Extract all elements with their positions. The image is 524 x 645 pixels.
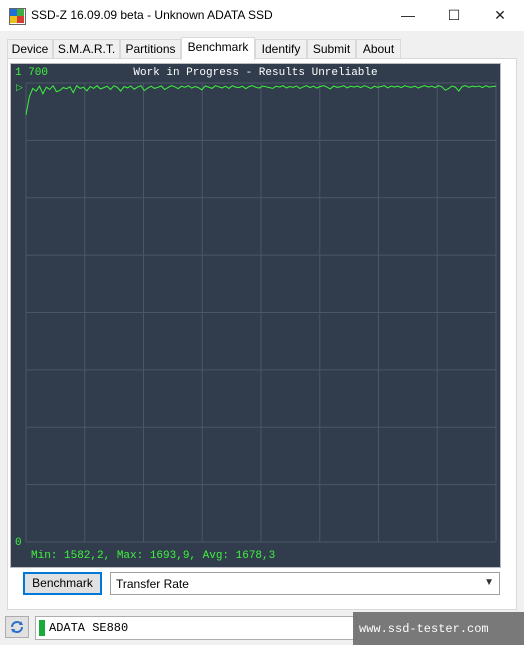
y-axis-min-label: 0	[15, 537, 22, 549]
tab-device[interactable]: Device	[7, 39, 53, 58]
tab-smart[interactable]: S.M.A.R.T.	[53, 39, 120, 58]
chevron-down-icon[interactable]: ▼	[484, 577, 494, 588]
window-title: SSD-Z 16.09.09 beta - Unknown ADATA SSD	[31, 8, 273, 22]
drive-selector[interactable]: ADATA SE880	[35, 616, 357, 640]
drive-name: ADATA SE880	[49, 621, 129, 635]
level-marker-icon: ▷	[16, 82, 23, 92]
transfer-rate-chart	[25, 82, 497, 543]
y-axis-max-label: 1 700	[15, 67, 49, 79]
drive-status-led	[39, 620, 45, 636]
refresh-icon	[11, 621, 23, 633]
graph-stats: Min: 1582,2, Max: 1693,9, Avg: 1678,3	[31, 550, 276, 562]
maximize-button[interactable]: ☐	[431, 0, 477, 31]
mode-select[interactable]: Transfer Rate ▼	[110, 572, 500, 595]
watermark: www.ssd-tester.com	[353, 612, 524, 645]
tab-benchmark[interactable]: Benchmark	[181, 37, 255, 60]
tab-strip: Device S.M.A.R.T. Partitions Benchmark I…	[7, 37, 519, 60]
tab-partitions[interactable]: Partitions	[120, 39, 181, 58]
title-bar: SSD-Z 16.09.09 beta - Unknown ADATA SSD …	[0, 0, 524, 31]
tab-submit[interactable]: Submit	[307, 39, 356, 58]
refresh-button[interactable]	[5, 616, 29, 638]
graph-status-text: Work in Progress - Results Unreliable	[133, 67, 378, 79]
watermark-text: www.ssd-tester.com	[359, 622, 489, 636]
app-icon	[9, 8, 26, 25]
minimize-button[interactable]: —	[385, 0, 431, 31]
close-button[interactable]: ✕	[477, 0, 523, 31]
benchmark-button[interactable]: Benchmark	[23, 572, 102, 595]
benchmark-graph: Work in Progress - Results Unreliable 1 …	[10, 63, 501, 568]
tab-about[interactable]: About	[356, 39, 401, 58]
mode-select-value: Transfer Rate	[116, 577, 189, 591]
tab-identify[interactable]: Identify	[255, 39, 307, 58]
